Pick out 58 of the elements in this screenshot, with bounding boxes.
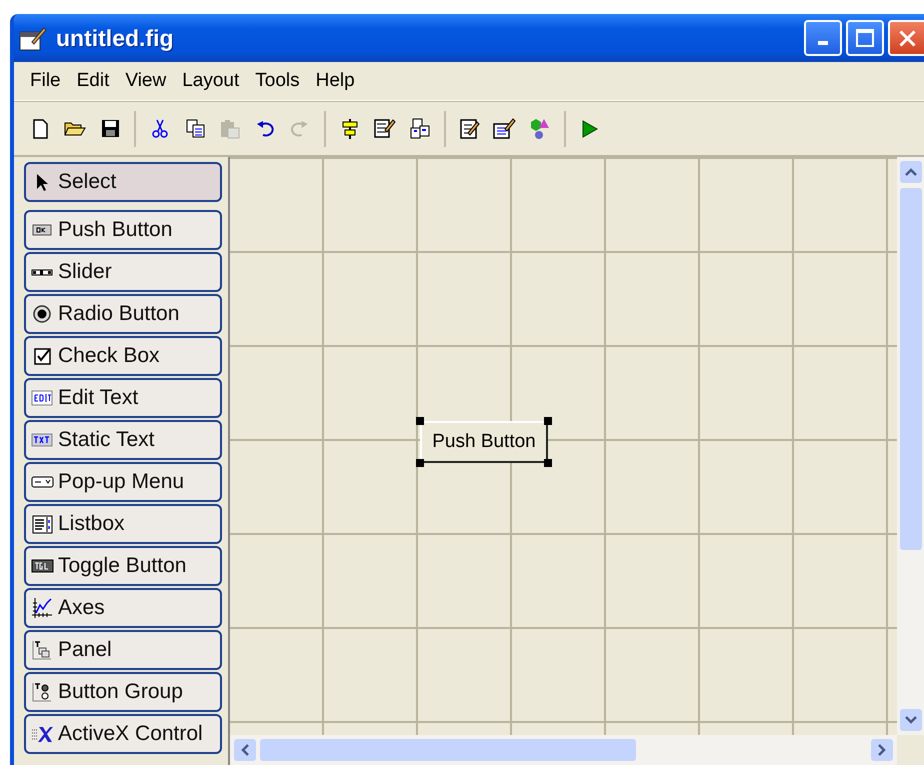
radio-button-icon xyxy=(33,305,51,323)
numbered-boxes-icon[interactable] xyxy=(410,118,430,139)
tool-button[interactable]: Listbox xyxy=(24,504,222,544)
resize-handle[interactable] xyxy=(544,459,552,467)
pencil-document-icon[interactable] xyxy=(374,119,396,138)
shapes-icon[interactable] xyxy=(530,118,550,140)
menu-item[interactable]: Layout xyxy=(174,70,248,92)
play-icon[interactable] xyxy=(582,120,598,138)
checkbox-icon xyxy=(34,348,50,364)
align-icon[interactable] xyxy=(342,118,358,140)
scissors-icon[interactable] xyxy=(152,119,168,138)
close-button[interactable] xyxy=(888,20,924,56)
edit-text-icon xyxy=(31,390,53,406)
chart-icon xyxy=(31,597,53,619)
tool-button[interactable]: Static Text xyxy=(24,420,222,460)
minimize-icon xyxy=(818,41,828,45)
panel-icon xyxy=(32,640,52,660)
tool-button[interactable]: Button Group xyxy=(24,672,222,712)
resize-handle[interactable] xyxy=(416,417,424,425)
folder-icon[interactable] xyxy=(64,122,86,136)
menu-item[interactable]: Help xyxy=(308,70,363,92)
button-group-icon xyxy=(32,682,52,702)
document-icon[interactable] xyxy=(32,118,48,138)
tool-button[interactable]: Pop-up Menu xyxy=(24,462,222,502)
toggle-button-icon xyxy=(30,559,54,573)
close-icon xyxy=(898,30,916,46)
undo-icon[interactable] xyxy=(256,120,274,137)
tool-button[interactable]: Check Box xyxy=(24,336,222,376)
property-list-icon[interactable] xyxy=(493,118,516,139)
list-icon xyxy=(32,514,52,534)
tool-button[interactable]: Select xyxy=(24,162,222,202)
menu-item[interactable]: Tools xyxy=(247,70,308,92)
tool-button[interactable]: Slider xyxy=(24,252,222,292)
tool-button[interactable]: Push Button xyxy=(24,210,222,250)
arrow-cursor-icon xyxy=(36,172,48,192)
push-button[interactable]: Push Button xyxy=(420,421,548,463)
resize-handle[interactable] xyxy=(544,417,552,425)
menu-item[interactable]: Edit xyxy=(68,70,118,92)
copy-icon[interactable] xyxy=(186,119,204,138)
tool-button[interactable]: Axes xyxy=(24,588,222,628)
resize-handle[interactable] xyxy=(416,459,424,467)
edit-document-icon[interactable] xyxy=(460,118,480,138)
tool-button[interactable]: ActiveX Control xyxy=(24,714,222,754)
maximize-icon xyxy=(856,29,874,47)
text-icon xyxy=(31,433,53,447)
ok-button-icon xyxy=(32,224,52,236)
dropdown-icon xyxy=(30,476,54,488)
menu-item[interactable]: View xyxy=(117,70,174,92)
tool-button[interactable]: Edit Text xyxy=(24,378,222,418)
tool-button[interactable]: Panel xyxy=(24,630,222,670)
minimize-button[interactable] xyxy=(804,20,842,56)
tool-button[interactable]: Toggle Button xyxy=(24,546,222,586)
x-icon xyxy=(30,726,54,742)
tool-button[interactable]: Radio Button xyxy=(24,294,222,334)
menu-item[interactable]: File xyxy=(22,70,69,92)
window-title: untitled.fig xyxy=(56,24,175,52)
maximize-button[interactable] xyxy=(846,20,884,56)
slider-icon xyxy=(31,268,53,276)
